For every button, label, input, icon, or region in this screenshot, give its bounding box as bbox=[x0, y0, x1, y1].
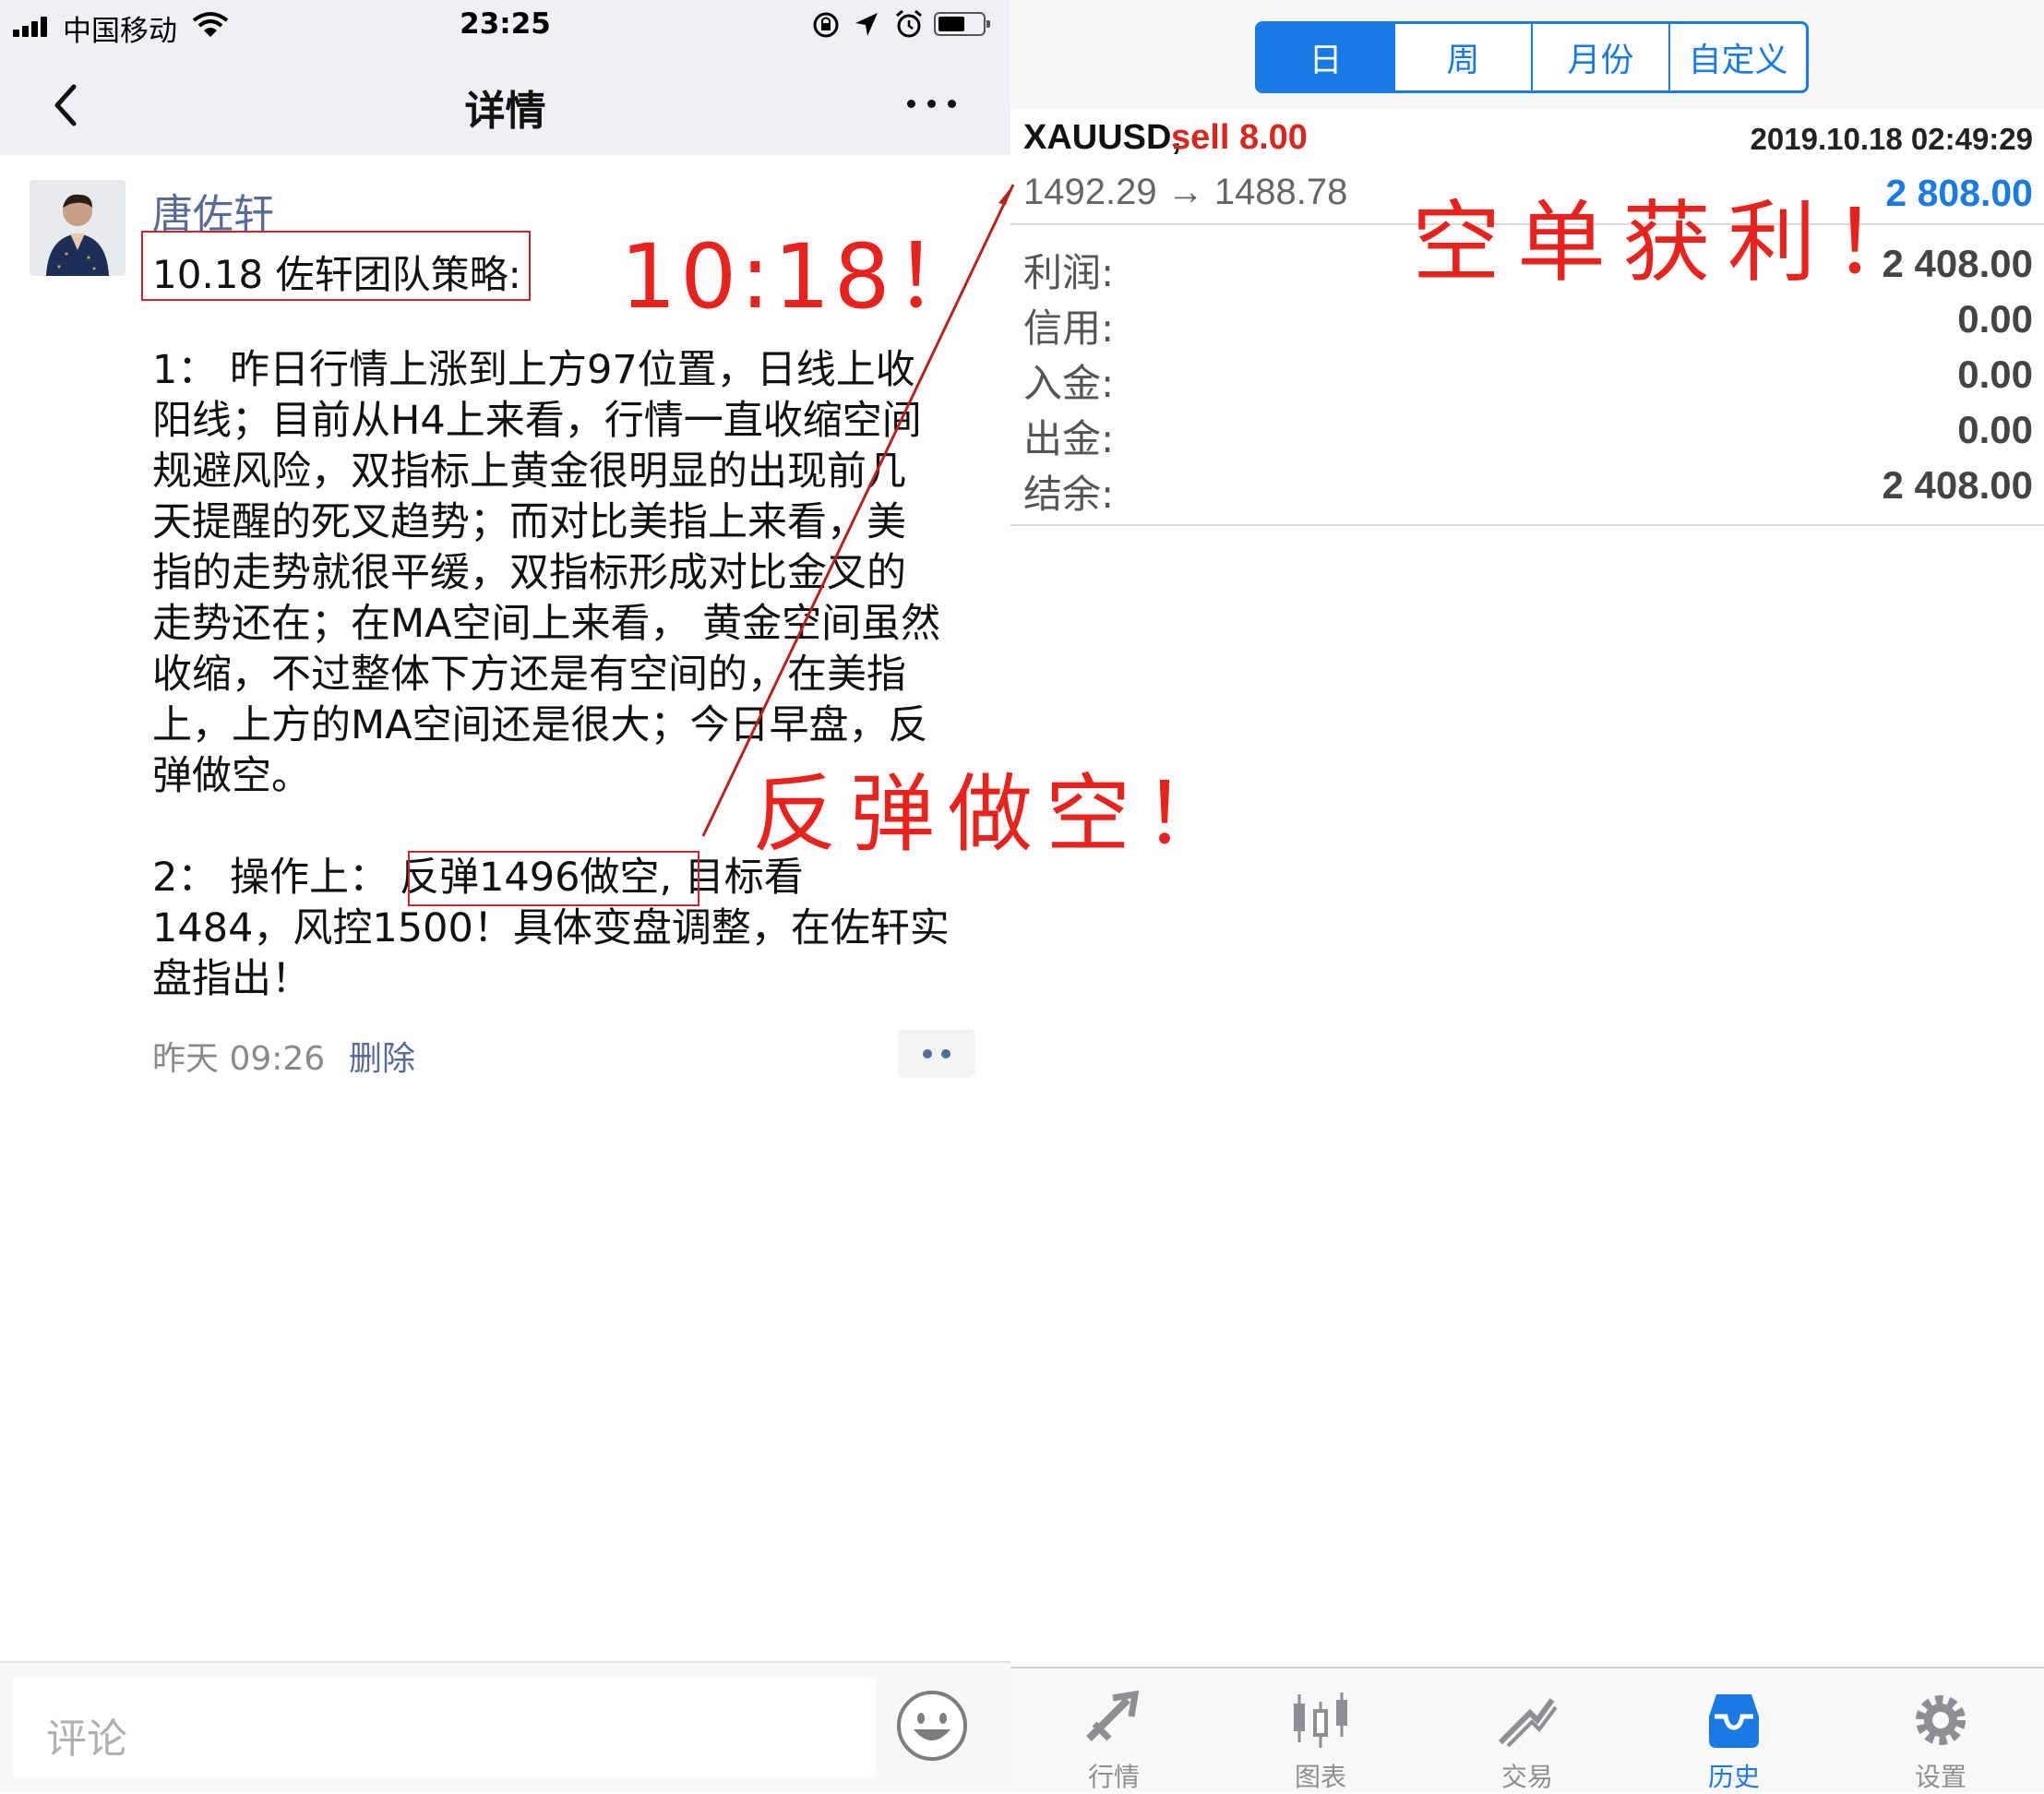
summary-label: 信用: bbox=[1023, 305, 1115, 351]
tab-quotes[interactable]: 行情 bbox=[1010, 1668, 1217, 1792]
trade-symbol: XAUUSD, bbox=[1023, 118, 1182, 157]
summary-label: 结余: bbox=[1023, 472, 1115, 517]
tab-label: 交易 bbox=[1500, 1762, 1553, 1792]
post-headline: 10.18 佐轩团队策略: bbox=[152, 252, 521, 297]
settings-icon bbox=[1916, 1695, 1966, 1745]
post-line: 走势还在；在MA空间上来看， 黄金空间虽然 bbox=[152, 601, 941, 647]
alarm-icon bbox=[896, 10, 922, 38]
period-tab-month[interactable]: 月份 bbox=[1531, 24, 1668, 90]
operation-prefix: 2： 操作上： bbox=[152, 855, 389, 901]
summary-label: 利润: bbox=[1023, 250, 1115, 295]
nav-bar: 详情 bbox=[0, 52, 1010, 155]
chart-icon bbox=[1294, 1692, 1347, 1748]
tab-chart[interactable]: 图表 bbox=[1217, 1668, 1424, 1792]
summary-label: 入金: bbox=[1023, 361, 1115, 406]
annotation-date: 10:18！ bbox=[620, 225, 986, 329]
period-tab-week[interactable]: 周 bbox=[1393, 24, 1531, 90]
tab-label: 图表 bbox=[1294, 1762, 1346, 1792]
tab-label: 行情 bbox=[1087, 1762, 1140, 1792]
annotation-short-profit: 空单获利！ bbox=[1412, 191, 1938, 294]
comment-bar: 评论 bbox=[0, 1661, 1010, 1792]
period-segmented-control: 日 周 月份 自定义 bbox=[1255, 21, 1809, 93]
comment-placeholder: 评论 bbox=[46, 1716, 127, 1763]
summary-label: 出金: bbox=[1023, 416, 1115, 461]
post-line: 收缩，不过整体下方还是有空间的，在美指 bbox=[152, 652, 906, 698]
post-line: 天提醒的死叉趋势；而对比美指上来看，美 bbox=[152, 499, 906, 545]
trade-datetime: 2019.10.18 02:49:29 bbox=[1750, 122, 2033, 156]
battery-icon bbox=[934, 12, 990, 36]
delete-link[interactable]: 删除 bbox=[349, 1032, 415, 1080]
post-line: 弹做空。 bbox=[152, 753, 311, 799]
period-tab-day[interactable]: 日 bbox=[1258, 24, 1393, 90]
comment-input[interactable]: 评论 bbox=[13, 1678, 877, 1777]
post-time: 昨天 09:26 bbox=[152, 1040, 326, 1078]
post-line: 上，上方的MA空间还是很大；今日早盘，反 bbox=[152, 702, 928, 748]
summary-value: 2 408.00 bbox=[1882, 463, 2034, 507]
post-line: 规避风险，双指标上黄金很明显的出现前几 bbox=[152, 448, 906, 495]
tab-settings[interactable]: 设置 bbox=[1837, 1668, 2044, 1792]
avatar[interactable] bbox=[30, 180, 126, 276]
annotation-rebound-short: 反弹做空！ bbox=[752, 765, 1242, 864]
operation-highlight-box bbox=[408, 851, 699, 906]
tab-label: 历史 bbox=[1707, 1762, 1760, 1792]
emoji-icon[interactable] bbox=[895, 1689, 969, 1763]
page-title: 详情 bbox=[464, 88, 546, 135]
bottom-tab-bar: 行情 图表 交易 历史 设置 bbox=[1010, 1667, 2044, 1792]
post-line: 阳线；目前从H4上来看，行情一直收缩空间 bbox=[152, 398, 922, 444]
post-line: 1484，风控1500！具体变盘调整，在佐轩实 bbox=[152, 905, 950, 951]
rotation-lock-icon bbox=[813, 12, 839, 38]
summary-value: 0.00 bbox=[1957, 353, 2033, 396]
summary-value: 0.00 bbox=[1957, 408, 2033, 451]
tab-label: 设置 bbox=[1914, 1762, 1966, 1792]
trade-prices: 1492.29 → 1488.78 bbox=[1023, 172, 1348, 212]
post-line: 盘指出！ bbox=[152, 956, 311, 1002]
period-tab-custom[interactable]: 自定义 bbox=[1668, 24, 1806, 90]
comment-like-button[interactable] bbox=[898, 1030, 975, 1078]
post-line: 指的走势就很平缓，双指标形成对比金叉的 bbox=[152, 550, 906, 596]
trade-type: sell 8.00 bbox=[1171, 118, 1308, 157]
more-button[interactable] bbox=[900, 90, 964, 118]
history-icon bbox=[1709, 1694, 1759, 1748]
period-selector-bar: 日 周 月份 自定义 bbox=[1010, 0, 2044, 109]
tab-history[interactable]: 历史 bbox=[1631, 1668, 1837, 1792]
divider bbox=[1010, 524, 2044, 526]
summary-value: 0.00 bbox=[1957, 297, 2033, 341]
tab-trade[interactable]: 交易 bbox=[1424, 1668, 1631, 1792]
post-line: 1： 昨日行情上涨到上方97位置，日线上收 bbox=[152, 347, 915, 393]
trade-icon bbox=[1498, 1698, 1558, 1748]
location-icon bbox=[855, 13, 878, 36]
person-icon bbox=[30, 180, 126, 276]
quotes-icon bbox=[1086, 1690, 1140, 1741]
status-bar: 中国移动 23:25 bbox=[0, 0, 1010, 52]
